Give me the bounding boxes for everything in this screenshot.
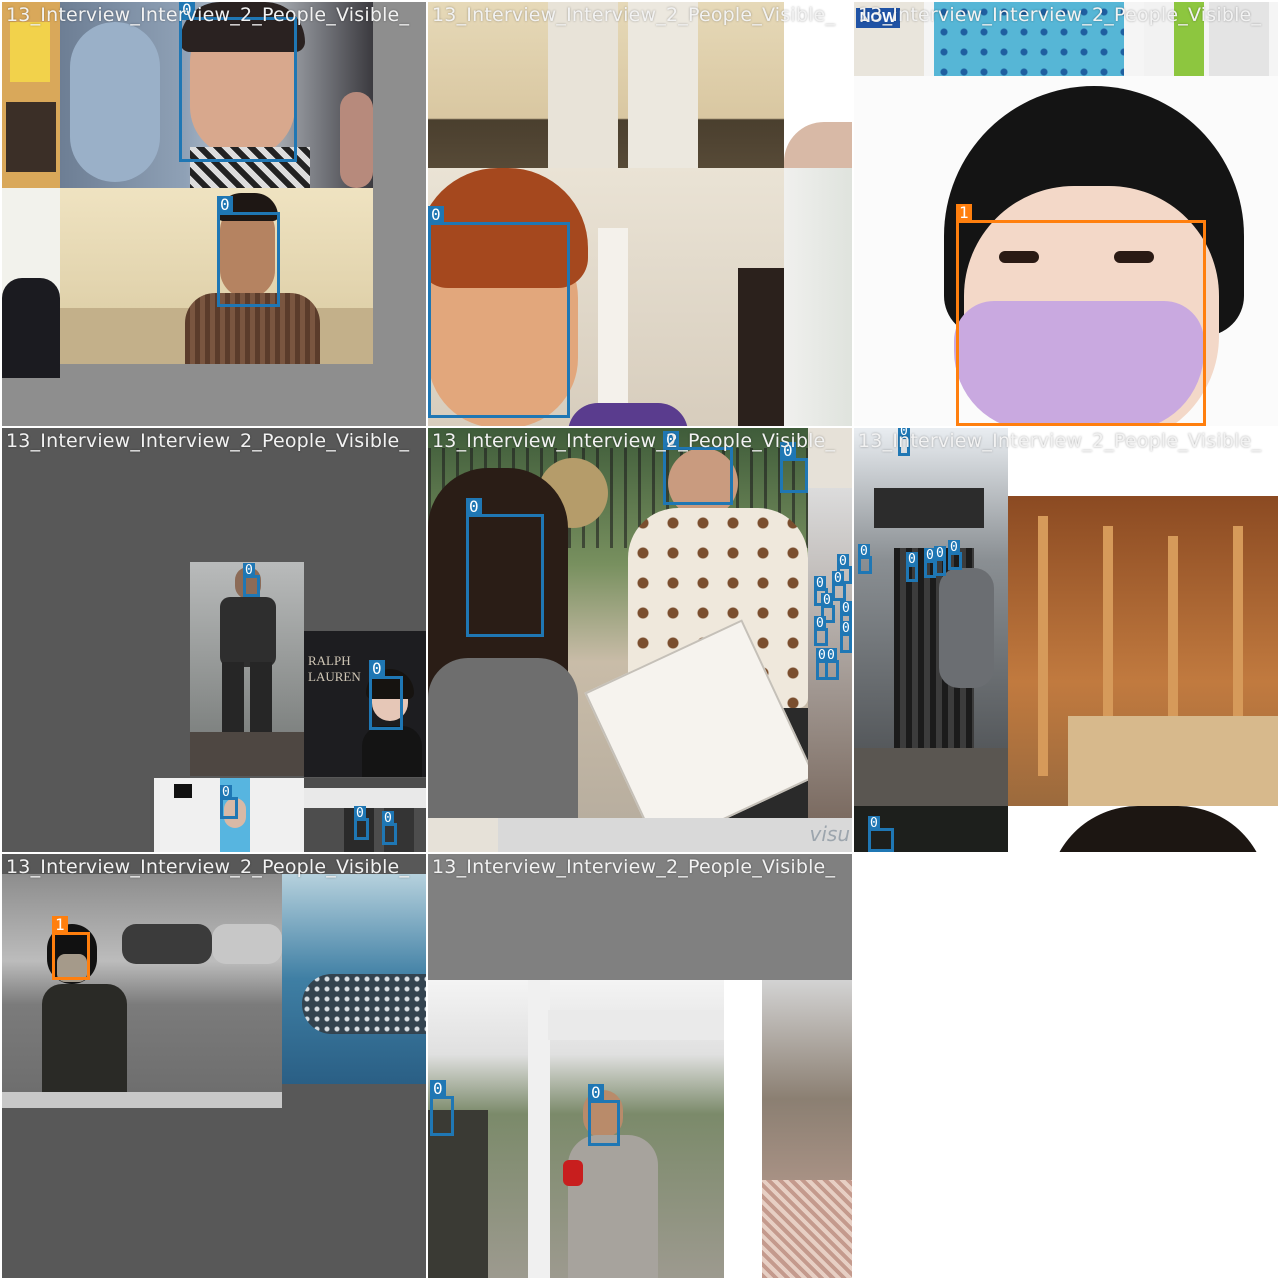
panel-title: 13_Interview_Interview_2_People_Visible_ [432,430,836,452]
detection-box: 0 [466,498,544,637]
detection-mosaic: 0 0 13_Interview_Interview_2_People_Visi… [0,0,1280,1280]
detection-box: 0 [382,811,397,845]
panel-6: 0 0 0 0 0 0 0 13_Interview_Interview_2_P… [854,428,1278,852]
detection-box: 0 [780,442,808,493]
detection-box: 0 [814,616,828,646]
detection-box: 0 [369,660,403,730]
panel-title: 13_Interview_Interview_2_People_Visible_ [858,430,1262,452]
panel-4: RALPH LAUREN 0 0 0 0 0 13_Interview_Inte… [2,428,426,852]
detection-box: 0 [243,563,260,597]
detection-box: 0 [179,2,297,162]
detection-box: 0 [832,571,846,601]
blur-tile [784,168,852,426]
detection-box: 0 [868,816,894,852]
whale-shark-photo [282,874,426,1084]
panel-2: 0 13_Interview_Interview_2_People_Visibl… [428,2,852,426]
interior-tile [762,980,852,1278]
panel-5: visu 0 0 0 0 0 0 0 0 0 0 0 0 13_Intervie… [428,428,852,852]
backdrop-photo: RALPH LAUREN [304,631,426,777]
street-woman-photo [2,874,282,1092]
panel-title: 13_Interview_Interview_2_People_Visible_ [6,430,410,452]
detection-box: 0 [934,546,946,576]
detection-box: 0 [663,431,733,505]
hair-tile [1008,806,1278,852]
detection-box: 0 [825,648,839,680]
panel-1: 0 0 13_Interview_Interview_2_People_Visi… [2,2,426,426]
detection-box: 0 [906,552,918,582]
detection-box: 0 [858,544,872,574]
white-tile [724,980,762,1278]
street-interview-photo [428,980,724,1278]
detection-box: 0 [840,621,852,653]
detection-box: 1 [52,916,90,980]
grey-strip [2,1092,282,1108]
panel-3: NOW 1 13_Interview_Interview_2_People_Vi… [854,2,1278,426]
camera-crew-photo [854,428,1008,806]
panel-title: 13_Interview_Interview_2_People_Visible_ [858,4,1262,26]
panel-title: 13_Interview_Interview_2_People_Visible_ [432,4,836,26]
visu-watermark: visu [809,822,851,846]
hoodie-tile [2,188,60,378]
detection-box: 0 [220,785,238,819]
detection-box: 0 [428,206,570,418]
panel-title: 13_Interview_Interview_2_People_Visible_ [432,856,836,878]
panel-7: 1 13_Interview_Interview_2_People_Visibl… [2,854,426,1278]
panel-title: 13_Interview_Interview_2_People_Visible_ [6,856,410,878]
desk-tile [2,2,64,188]
detection-box: 0 [948,540,962,570]
detection-box: 0 [217,196,280,307]
panel-title: 13_Interview_Interview_2_People_Visible_ [6,4,410,26]
wood-frame-photo [1008,496,1278,806]
panel-8: 0 0 13_Interview_Interview_2_People_Visi… [428,854,852,1278]
watermark-strip: visu [498,818,852,852]
detection-box: 1 [956,204,1206,426]
detection-box: 0 [588,1084,620,1146]
ralph-lauren-sign: RALPH LAUREN [308,653,361,684]
detection-box: 0 [354,806,369,840]
detection-box: 0 [430,1080,454,1136]
